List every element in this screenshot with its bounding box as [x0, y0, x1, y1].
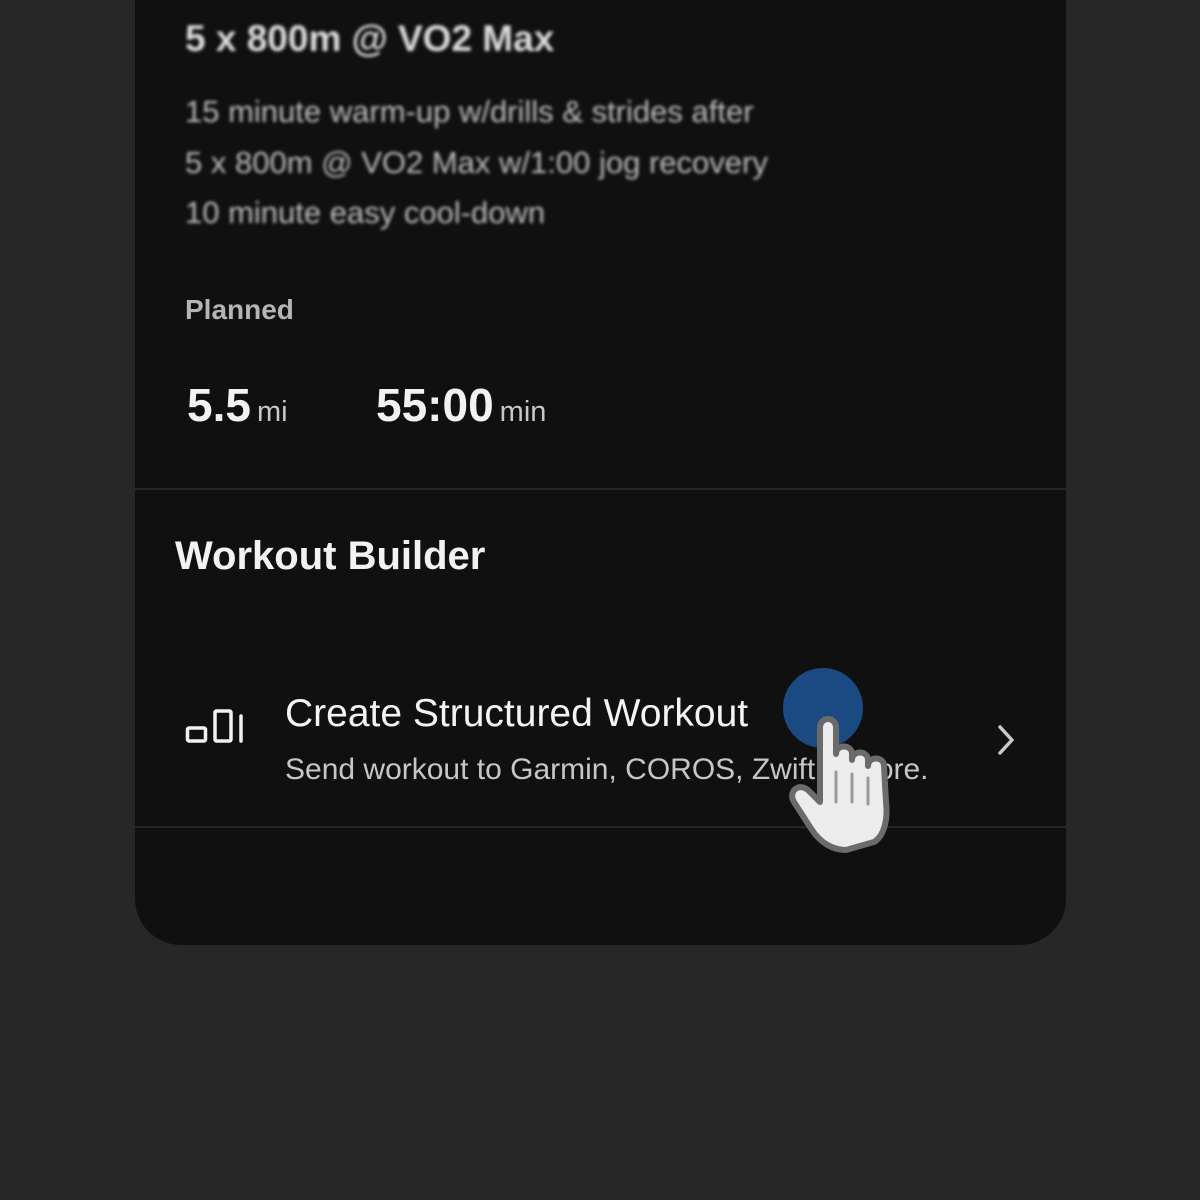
create-structured-workout-button[interactable]: Create Structured Workout Send workout t… [135, 660, 1066, 824]
screen: 5 x 800m @ VO2 Max 15 minute warm-up w/d… [0, 0, 1200, 1200]
action-title: Create Structured Workout [285, 692, 749, 735]
chevron-right-icon [995, 724, 1019, 761]
planned-distance: 5.5 mi [187, 378, 288, 432]
planned-duration: 55:00 min [376, 378, 546, 432]
workout-description-line: 10 minute easy cool-down [185, 195, 546, 230]
planned-label: Planned [185, 294, 294, 325]
hand-pointer-icon [780, 702, 920, 867]
interval-bars-icon [185, 708, 245, 749]
workout-detail-card: 5 x 800m @ VO2 Max 15 minute warm-up w/d… [135, 0, 1066, 945]
workout-description-line: 15 minute warm-up w/drills & strides aft… [185, 94, 754, 129]
workout-builder-title: Workout Builder [175, 534, 486, 578]
planned-duration-unit: min [499, 396, 547, 428]
workout-description-line: 5 x 800m @ VO2 Max w/1:00 jog recovery [185, 145, 768, 180]
planned-distance-unit: mi [256, 396, 288, 428]
planned-distance-value: 5.5 [187, 379, 251, 431]
divider [135, 488, 1066, 490]
divider [135, 826, 1066, 828]
planned-duration-value: 55:00 [376, 379, 494, 431]
workout-title: 5 x 800m @ VO2 Max [185, 18, 555, 59]
